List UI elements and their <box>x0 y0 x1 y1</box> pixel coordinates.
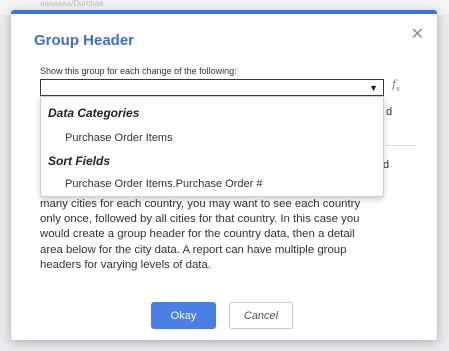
dropdown-group-label: Sort Fields <box>48 154 111 168</box>
dialog-title: Group Header <box>34 32 135 49</box>
description-line: area below for the city data. A report c… <box>40 243 347 256</box>
chevron-down-icon[interactable]: ▼ <box>369 83 378 93</box>
description-line: only once, followed by all cities for th… <box>40 213 360 226</box>
dropdown-group-label: Data Categories <box>48 106 140 120</box>
group-field-select[interactable]: ▼ <box>40 79 384 96</box>
cancel-button[interactable]: Cancel <box>229 302 293 329</box>
obscured-text: d <box>386 106 393 118</box>
fx-sub: x <box>396 85 401 94</box>
description-line: would create a group header for the coun… <box>40 228 355 241</box>
field-label: Show this group for each change of the f… <box>40 66 237 76</box>
field-dropdown-list: Data Categories Purchase Order Items Sor… <box>40 96 384 197</box>
formula-icon[interactable]: fx <box>392 78 400 93</box>
description-line: headers for varying levels of data. <box>40 258 211 271</box>
background-text: aaaaaaa/Durchaa <box>40 0 104 8</box>
dropdown-option[interactable]: Purchase Order Items <box>65 132 173 144</box>
dropdown-option[interactable]: Purchase Order Items.Purchase Order # <box>65 178 262 190</box>
divider <box>386 145 416 146</box>
close-icon[interactable]: ✕ <box>411 24 424 44</box>
description-line: many cities for each country, you may wa… <box>40 198 361 210</box>
description-text: many cities for each country, you may wa… <box>40 197 410 273</box>
okay-button[interactable]: Okay <box>151 302 216 329</box>
group-header-dialog: Group Header ✕ Show this group for each … <box>11 10 437 340</box>
